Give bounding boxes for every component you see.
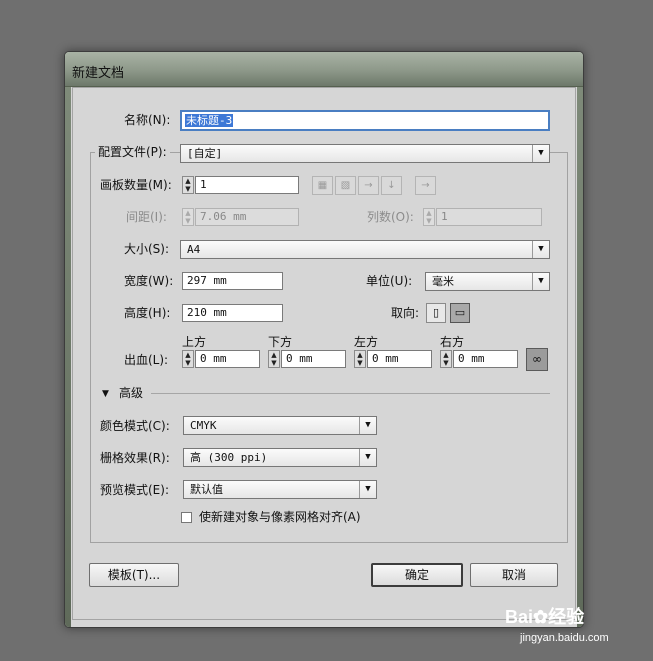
dialog-title: 新建文档 bbox=[72, 66, 125, 81]
baidu-watermark-logo: Bai✿经验 bbox=[505, 603, 584, 629]
bleed-bottom-spinner[interactable]: ▲ ▼ bbox=[268, 350, 280, 368]
units-label: 单位(U): bbox=[366, 274, 413, 288]
width-label: 宽度(W): bbox=[124, 274, 174, 288]
preview-mode-value: 默认值 bbox=[190, 483, 223, 496]
bleed-right-spinner[interactable]: ▲ ▼ bbox=[440, 350, 452, 368]
advanced-divider bbox=[151, 393, 550, 394]
arrange-by-column-icon[interactable]: ↓ bbox=[381, 176, 402, 195]
units-value: 毫米 bbox=[432, 275, 454, 288]
title-bar[interactable]: 新建文档 bbox=[65, 52, 583, 87]
bleed-top-label: 上方 bbox=[182, 335, 207, 349]
document-name-value: 未标题-3 bbox=[185, 114, 234, 127]
bleed-label: 出血(L): bbox=[124, 353, 169, 367]
document-name-field[interactable]: 未标题-3 bbox=[180, 110, 550, 131]
advanced-label: 高级 bbox=[119, 386, 144, 400]
portrait-orientation-button[interactable]: ▯ bbox=[426, 303, 446, 323]
raster-effects-value: 高 (300 ppi) bbox=[190, 451, 268, 464]
profile-label: 配置文件(P): bbox=[95, 144, 170, 160]
bleed-bottom-label: 下方 bbox=[268, 335, 293, 349]
units-dropdown[interactable]: 毫米 ▼ bbox=[425, 272, 550, 291]
ok-button[interactable]: 确定 bbox=[371, 563, 463, 587]
align-pixel-grid-checkbox[interactable] bbox=[181, 512, 192, 523]
chevron-down-icon: ▼ bbox=[532, 241, 549, 258]
collapse-triangle-icon[interactable]: ▼ bbox=[102, 386, 109, 402]
raster-effects-label: 栅格效果(R): bbox=[100, 451, 170, 465]
window-frame-right bbox=[577, 87, 583, 627]
size-dropdown[interactable]: A4 ▼ bbox=[180, 240, 550, 259]
spacing-spinner[interactable]: ▲ ▼ bbox=[182, 208, 194, 226]
bleed-left-field[interactable]: 0 mm bbox=[367, 350, 432, 368]
columns-field[interactable]: 1 bbox=[436, 208, 542, 226]
name-label: 名称(N): bbox=[124, 113, 171, 127]
dialog-body: 名称(N): 未标题-3 配置文件(P): [自定] ▼ 画板数量(M): ▲ ▼… bbox=[72, 87, 576, 620]
bleed-bottom-field[interactable]: 0 mm bbox=[281, 350, 346, 368]
new-document-dialog: 新建文档 名称(N): 未标题-3 配置文件(P): [自定] ▼ 画板数量(M… bbox=[64, 51, 584, 628]
preview-mode-dropdown[interactable]: 默认值 ▼ bbox=[183, 480, 377, 499]
watermark-brand-suffix: 经验 bbox=[548, 607, 585, 627]
bleed-top-field[interactable]: 0 mm bbox=[195, 350, 260, 368]
bleed-right-label: 右方 bbox=[440, 335, 465, 349]
spacing-field[interactable]: 7.06 mm bbox=[195, 208, 299, 226]
watermark-url: jingyan.baidu.com bbox=[520, 632, 609, 644]
portrait-page-icon: ▯ bbox=[432, 306, 440, 319]
align-pixel-grid-label[interactable]: 使新建对象与像素网格对齐(A) bbox=[199, 509, 361, 525]
columns-spinner[interactable]: ▲ ▼ bbox=[423, 208, 435, 226]
artboards-spinner[interactable]: ▲ ▼ bbox=[182, 176, 194, 194]
bleed-top-spinner[interactable]: ▲ ▼ bbox=[182, 350, 194, 368]
bleed-right-field[interactable]: 0 mm bbox=[453, 350, 518, 368]
bleed-left-label: 左方 bbox=[354, 335, 379, 349]
artboards-field[interactable]: 1 bbox=[195, 176, 299, 194]
profile-value: [自定] bbox=[187, 147, 223, 160]
columns-label: 列数(O): bbox=[367, 210, 414, 224]
paw-icon: ✿ bbox=[533, 607, 549, 627]
size-label: 大小(S): bbox=[124, 242, 170, 256]
templates-button[interactable]: 模板(T)... bbox=[89, 563, 179, 587]
color-mode-dropdown[interactable]: CMYK ▼ bbox=[183, 416, 377, 435]
height-label: 高度(H): bbox=[124, 306, 171, 320]
link-bleed-icon[interactable]: ∞ bbox=[526, 348, 548, 371]
chevron-down-icon: ▼ bbox=[532, 145, 549, 162]
chevron-down-icon: ▼ bbox=[359, 417, 376, 434]
orientation-label: 取向: bbox=[391, 306, 420, 320]
cancel-button[interactable]: 取消 bbox=[470, 563, 558, 587]
bleed-left-spinner[interactable]: ▲ ▼ bbox=[354, 350, 366, 368]
profile-dropdown[interactable]: [自定] ▼ bbox=[180, 144, 550, 163]
chevron-down-icon: ▼ bbox=[359, 481, 376, 498]
preview-mode-label: 预览模式(E): bbox=[100, 483, 169, 497]
spacing-label: 间距(I): bbox=[126, 210, 167, 224]
grid-by-column-icon[interactable]: ▧ bbox=[335, 176, 356, 195]
chevron-down-icon: ▼ bbox=[532, 273, 549, 290]
color-mode-label: 颜色模式(C): bbox=[100, 419, 170, 433]
size-value: A4 bbox=[187, 243, 201, 256]
landscape-page-icon: ▭ bbox=[454, 306, 466, 319]
raster-effects-dropdown[interactable]: 高 (300 ppi) ▼ bbox=[183, 448, 377, 467]
grid-by-row-icon[interactable]: ▦ bbox=[312, 176, 333, 195]
height-field[interactable]: 210 mm bbox=[182, 304, 283, 322]
width-field[interactable]: 297 mm bbox=[182, 272, 283, 290]
watermark-brand: Bai bbox=[505, 607, 534, 627]
window-frame-left bbox=[65, 87, 71, 627]
arrange-by-row-icon[interactable]: → bbox=[358, 176, 379, 195]
color-mode-value: CMYK bbox=[190, 419, 217, 432]
artboards-label: 画板数量(M): bbox=[100, 178, 172, 192]
landscape-orientation-button[interactable]: ▭ bbox=[450, 303, 470, 323]
right-to-left-layout-icon[interactable]: → bbox=[415, 176, 436, 195]
chevron-down-icon: ▼ bbox=[359, 449, 376, 466]
